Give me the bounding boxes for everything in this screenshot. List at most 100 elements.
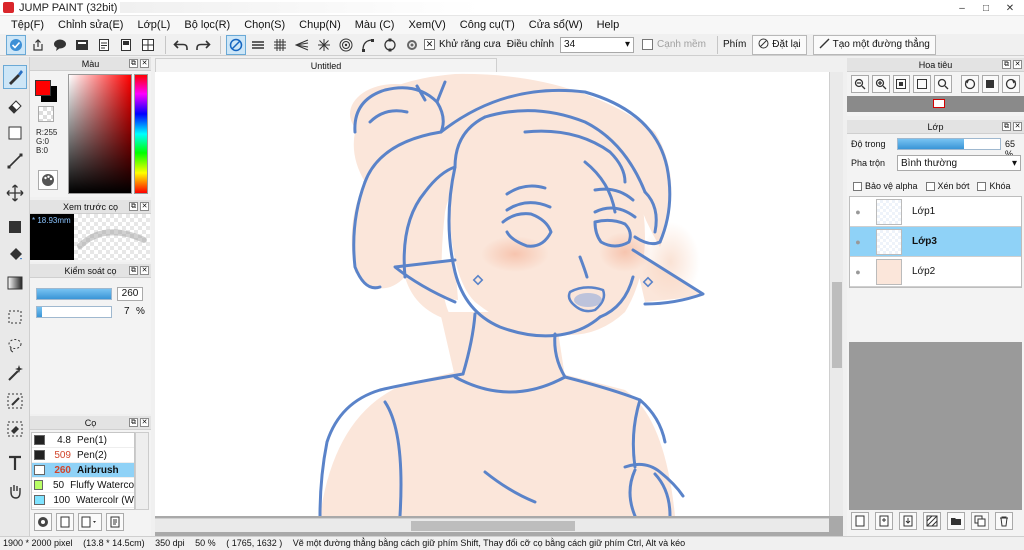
smooth-checkbox[interactable]	[642, 39, 654, 50]
foreground-color-swatch[interactable]	[35, 80, 51, 96]
brush-item-watercolor[interactable]: 100 Watercolr (W	[32, 493, 134, 508]
panel-float-icon[interactable]: ⧉	[1002, 60, 1011, 69]
canvas-horizontal-scrollbar[interactable]	[155, 518, 829, 532]
zoom-reset-icon[interactable]	[934, 75, 952, 93]
rotate-left-icon[interactable]	[960, 75, 979, 93]
brush-copy-icon[interactable]	[106, 513, 124, 531]
fit-screen-icon[interactable]	[892, 75, 911, 93]
eraser-icon[interactable]	[3, 93, 27, 117]
menu-tools[interactable]: Công cụ(T)	[453, 19, 522, 31]
panel-close-icon[interactable]: ✕	[140, 266, 149, 275]
curve-icon[interactable]	[358, 35, 378, 55]
zoom-in-icon[interactable]	[871, 75, 890, 93]
gradient-icon[interactable]	[3, 271, 27, 295]
transparent-color-swatch[interactable]	[38, 106, 54, 122]
panel-float-icon[interactable]: ⧉	[129, 59, 138, 68]
menu-file[interactable]: Tệp(F)	[4, 19, 51, 31]
perspective-icon[interactable]	[292, 35, 312, 55]
layer-item-2[interactable]: ● Lớp2	[850, 257, 1021, 287]
menu-select[interactable]: Chọn(S)	[237, 19, 292, 31]
duplicate-layer-icon[interactable]	[875, 512, 893, 530]
page-icon[interactable]	[116, 35, 136, 55]
panel-float-icon[interactable]: ⧉	[129, 266, 138, 275]
brush-item-pen1[interactable]: 4.8 Pen(1)	[32, 433, 134, 448]
radial-icon[interactable]	[314, 35, 334, 55]
panel-close-icon[interactable]: ✕	[1013, 60, 1022, 69]
drawing-canvas[interactable]	[155, 72, 829, 516]
menu-view[interactable]: Xem(V)	[401, 19, 452, 31]
canvas-horizontal-scroll-thumb[interactable]	[411, 521, 575, 531]
magic-wand-icon[interactable]	[3, 361, 27, 385]
grid-icon[interactable]	[270, 35, 290, 55]
visibility-dot-icon[interactable]: ●	[850, 207, 866, 217]
move-icon[interactable]	[3, 181, 27, 205]
panel-float-icon[interactable]: ⧉	[1002, 122, 1011, 131]
panel-close-icon[interactable]: ✕	[140, 202, 149, 211]
menu-layer[interactable]: Lớp(L)	[130, 19, 177, 31]
bucket-icon[interactable]	[3, 243, 27, 267]
flip-icon[interactable]	[981, 75, 1000, 93]
actual-size-icon[interactable]	[913, 75, 931, 93]
menu-edit[interactable]: Chỉnh sửa(E)	[51, 19, 130, 31]
visibility-dot-icon[interactable]: ●	[850, 267, 866, 277]
lock-checkbox[interactable]: Khóa	[977, 178, 1011, 194]
folder-icon[interactable]	[947, 512, 965, 530]
undo-icon[interactable]	[171, 35, 191, 55]
menu-filter[interactable]: Bộ lọc(R)	[177, 19, 237, 31]
fill-rect-icon[interactable]	[3, 215, 27, 239]
visibility-dot-icon[interactable]: ●	[850, 237, 866, 247]
panel-close-icon[interactable]: ✕	[140, 418, 149, 427]
navigator-viewport-rect[interactable]	[933, 99, 945, 108]
import-layer-icon[interactable]	[899, 512, 917, 530]
panel-float-icon[interactable]: ⧉	[129, 418, 138, 427]
close-button[interactable]: ✕	[998, 0, 1022, 16]
brush-settings-icon[interactable]	[34, 513, 52, 531]
merge-layer-icon[interactable]	[971, 512, 989, 530]
adjust-select[interactable]: 34 ▾	[560, 36, 635, 53]
minimize-button[interactable]: –	[950, 0, 974, 16]
palette-icon[interactable]	[38, 170, 58, 190]
redo-icon[interactable]	[193, 35, 213, 55]
panel-float-icon[interactable]: ⧉	[129, 202, 138, 211]
ellipse-guide-icon[interactable]	[380, 35, 400, 55]
layer-item-3[interactable]: ● Lớp3	[850, 227, 1021, 257]
settings-icon[interactable]	[402, 35, 422, 55]
select-eraser-icon[interactable]	[3, 417, 27, 441]
brush-item-pen2[interactable]: 509 Pen(2)	[32, 448, 134, 463]
marquee-icon[interactable]	[3, 305, 27, 329]
brush-item-fluffy-watercolor[interactable]: 50 Fluffy Waterco	[32, 478, 134, 493]
comment-icon[interactable]	[50, 35, 70, 55]
menu-window[interactable]: Cửa sổ(W)	[522, 19, 590, 31]
selection-icon[interactable]	[3, 121, 27, 145]
brush-options-icon[interactable]	[78, 513, 102, 531]
straight-line-button[interactable]: Tạo một đường thẳng	[812, 34, 936, 55]
new-layer-icon[interactable]	[851, 512, 869, 530]
hatch-icon[interactable]	[248, 35, 268, 55]
protect-alpha-checkbox[interactable]: Bảo vệ alpha	[853, 178, 918, 194]
concentric-icon[interactable]	[336, 35, 356, 55]
clip-checkbox[interactable]: Xén bớt	[925, 178, 969, 194]
select-pen-icon[interactable]	[3, 389, 27, 413]
document-icon[interactable]	[94, 35, 114, 55]
layout-icon[interactable]	[138, 35, 158, 55]
layer-opacity-slider[interactable]	[897, 138, 1001, 150]
antialias-checkbox[interactable]: ✕	[424, 39, 435, 50]
canvas-tab[interactable]: Untitled	[155, 58, 497, 72]
line-tool-icon[interactable]	[3, 149, 27, 173]
canvas-vertical-scroll-thumb[interactable]	[832, 282, 842, 368]
brush-density-slider[interactable]	[36, 306, 112, 318]
layer-item-1[interactable]: ● Lớp1	[850, 197, 1021, 227]
new-brush-icon[interactable]	[56, 513, 74, 531]
text-icon[interactable]	[3, 451, 27, 475]
confirm-icon[interactable]	[6, 34, 26, 55]
hand-icon[interactable]	[3, 479, 27, 503]
brush-item-airbrush[interactable]: 260 Airbrush	[32, 463, 134, 478]
canvas-vertical-scrollbar[interactable]	[829, 72, 843, 516]
brush-list-scrollbar[interactable]	[135, 432, 149, 510]
menu-capture[interactable]: Chụp(N)	[292, 19, 348, 31]
brush-none-icon[interactable]	[226, 34, 246, 55]
zoom-out-icon[interactable]	[851, 75, 869, 93]
rotate-right-icon[interactable]	[1002, 75, 1020, 93]
hue-slider[interactable]	[134, 74, 148, 194]
menu-color[interactable]: Màu (C)	[348, 19, 402, 31]
